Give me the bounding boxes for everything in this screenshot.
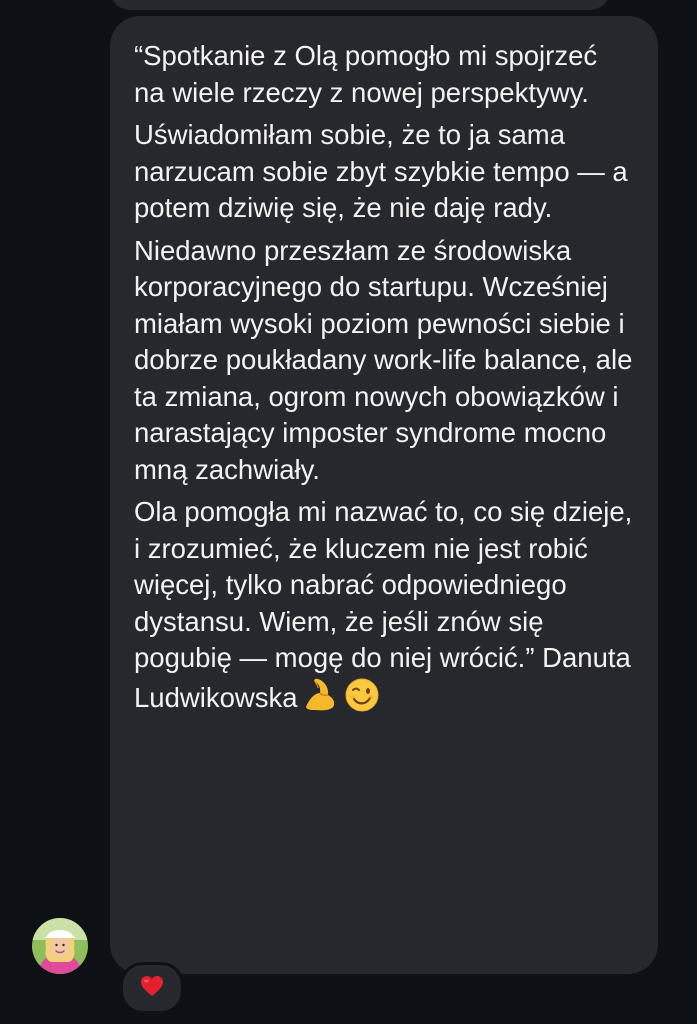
heart-reaction[interactable] [120, 962, 184, 1014]
message-paragraph-1: “Spotkanie z Olą pomogło mi spojrzeć na … [134, 40, 598, 108]
message-bubble[interactable]: “Spotkanie z Olą pomogło mi spojrzeć na … [110, 16, 658, 974]
previous-message-bubble[interactable] [110, 0, 610, 10]
message-paragraph-2: Uświadomiłam sobie, że to ja sama narzuc… [134, 119, 628, 223]
message-paragraph-4-text: Ola pomogła mi nazwać to, co się dzieje,… [134, 496, 633, 713]
red-heart-icon [139, 974, 165, 1003]
sender-avatar[interactable] [32, 918, 88, 974]
message-paragraph-4: Ola pomogła mi nazwać to, co się dzieje,… [134, 494, 634, 722]
winking-face-icon [344, 677, 380, 723]
message-paragraph-3: Niedawno przeszłam ze środowiska korpora… [134, 234, 633, 485]
flexed-biceps-icon [302, 677, 340, 723]
